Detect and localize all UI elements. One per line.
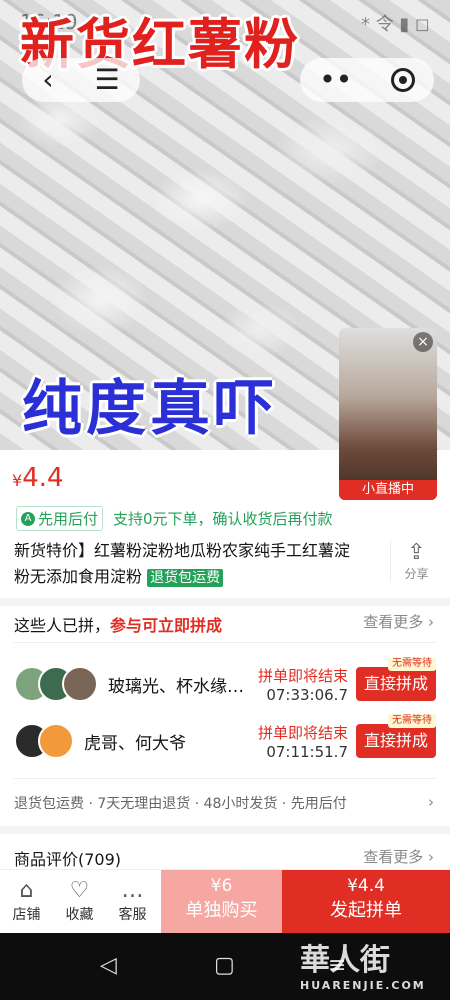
heart-icon: ♡ <box>69 878 90 903</box>
group-row[interactable]: 玻璃光、杯水缘… 拼单即将结束 07:33:06.7 无需等待 直接拼成 <box>14 656 436 712</box>
nav-left-pill: ‹ ☰ <box>22 58 140 102</box>
live-badge: 小直播中 <box>339 480 437 500</box>
joined-more-link[interactable]: 查看更多 › <box>363 611 434 632</box>
share-button[interactable]: ⇪ 分享 <box>390 540 436 582</box>
thin-divider <box>14 778 436 779</box>
joined-emph: 参与可立即拼成 <box>110 616 223 635</box>
back-triangle-icon[interactable]: ◁ <box>100 953 117 978</box>
watermark: 華人街 HUARENJIE.COM <box>300 935 426 992</box>
target-icon[interactable] <box>390 68 415 92</box>
shop-label: 店铺 <box>12 907 41 923</box>
group-names: 虎哥、何大爷 <box>84 733 186 754</box>
buy-alone-price: ¥6 <box>210 876 233 896</box>
share-label: 分享 <box>404 567 429 581</box>
price-value: 4.4 <box>22 463 64 493</box>
start-group-price: ¥4.4 <box>347 876 385 896</box>
reviews-more-link[interactable]: 查看更多 › <box>363 846 434 867</box>
join-group-button[interactable]: 无需等待 直接拼成 <box>356 657 436 701</box>
reviews-title: 商品评价(709) <box>14 850 122 869</box>
menu-icon[interactable]: ☰ <box>94 66 119 94</box>
buy-alone-label: 单独购买 <box>185 900 258 921</box>
share-icon: ⇪ <box>407 540 426 565</box>
join-group-label: 直接拼成 <box>363 674 428 693</box>
joined-prefix: 这些人已拼， <box>14 616 111 635</box>
chat-icon: … <box>121 878 144 903</box>
pay-later-label: 先用后付 <box>38 510 99 528</box>
pay-later-row[interactable]: A 先用后付 支持0元下单，确认收货后再付款 <box>16 506 333 531</box>
service-row[interactable]: 退货包运费 · 7天无理由退货 · 48小时发货 · 先用后付 <box>14 793 347 813</box>
status-icons: * 令 ▮ ◻ <box>360 14 430 35</box>
start-group-label: 发起拼单 <box>330 900 402 921</box>
group-end-time: 07:33:06.7 <box>266 685 348 704</box>
group-ending: 拼单即将结束 07:11:51.7 <box>254 722 348 761</box>
thin-divider <box>14 642 436 643</box>
divider <box>0 598 450 606</box>
no-wait-badge: 无需等待 <box>388 657 436 671</box>
back-icon[interactable]: ‹ <box>42 66 53 94</box>
reviews-more-label: 查看更多 <box>363 848 424 866</box>
nav-right-pill: •• <box>300 58 434 102</box>
favorite-label: 收藏 <box>65 907 94 923</box>
group-end-time: 07:11:51.7 <box>266 742 348 761</box>
bottom-bar: ⌂ 店铺 ♡ 收藏 … 客服 ¥6 单独购买 ¥4.4 发起拼单 <box>0 869 450 934</box>
join-group-label: 直接拼成 <box>363 731 428 750</box>
pay-later-text: 支持0元下单，确认收货后再付款 <box>113 510 333 528</box>
home-square-icon[interactable]: ▢ <box>214 953 235 978</box>
no-wait-badge: 无需等待 <box>388 714 436 728</box>
shop-button[interactable]: ⌂ 店铺 <box>0 870 53 933</box>
live-stream-preview[interactable]: × 小直播中 <box>339 328 437 500</box>
watermark-sub: HUARENJIE.COM <box>300 979 426 992</box>
more-icon[interactable]: •• <box>319 66 352 94</box>
start-group-button[interactable]: ¥4.4 发起拼单 <box>282 870 450 934</box>
pay-later-icon: A <box>21 511 35 526</box>
pay-later-tag: A 先用后付 <box>16 506 104 531</box>
price-symbol: ¥ <box>12 471 23 490</box>
divider <box>0 826 450 834</box>
buy-alone-button[interactable]: ¥6 单独购买 <box>161 870 282 934</box>
customer-service-label: 客服 <box>118 907 147 923</box>
return-badge: 退货包运费 <box>147 569 224 587</box>
group-end-label: 拼单即将结束 <box>257 666 348 685</box>
avatar <box>62 666 98 702</box>
hero-subtitle: 纯度真吓 <box>22 374 278 444</box>
customer-service-button[interactable]: … 客服 <box>106 870 159 933</box>
avatar <box>38 723 74 759</box>
joined-more-label: 查看更多 <box>363 613 424 631</box>
group-ending: 拼单即将结束 07:33:06.7 <box>254 665 348 704</box>
service-chevron-icon[interactable]: › <box>428 793 434 811</box>
group-names: 玻璃光、杯水缘… <box>108 676 244 697</box>
price: ¥4.4 <box>12 463 64 493</box>
product-title: 新货特价】红薯粉淀粉地瓜粉农家纯手工红薯淀粉无添加食用淀粉 退货包运费 <box>14 538 364 591</box>
watermark-main: 華人街 <box>300 943 390 978</box>
favorite-button[interactable]: ♡ 收藏 <box>53 870 106 933</box>
group-end-label: 拼单即将结束 <box>257 723 348 742</box>
close-icon[interactable]: × <box>413 332 433 352</box>
join-group-button[interactable]: 无需等待 直接拼成 <box>356 714 436 758</box>
group-row[interactable]: 虎哥、何大爷 拼单即将结束 07:11:51.7 无需等待 直接拼成 <box>14 713 436 769</box>
joined-header: 这些人已拼，参与可立即拼成 <box>14 612 222 636</box>
shop-icon: ⌂ <box>19 878 34 903</box>
